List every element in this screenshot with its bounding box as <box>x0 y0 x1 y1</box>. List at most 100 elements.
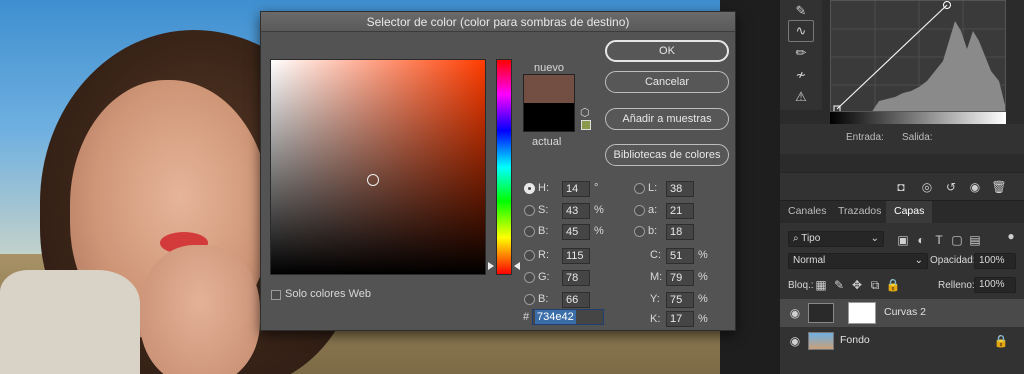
layer-name: Fondo <box>840 334 870 346</box>
m-unit: % <box>698 271 708 283</box>
b-unit: % <box>594 225 604 237</box>
h-label: H: <box>538 182 549 194</box>
tab-canales[interactable]: Canales <box>788 205 827 217</box>
tab-capas[interactable]: Capas <box>886 201 933 223</box>
hue-slider-left-handle[interactable] <box>488 262 494 270</box>
curves-layer-icon <box>808 303 834 323</box>
lock-transparency-icon[interactable]: ▦ <box>812 277 830 293</box>
filter-toggle-icon[interactable]: ● <box>1002 228 1020 244</box>
radio-s[interactable] <box>524 205 535 216</box>
a-label: a: <box>648 204 658 216</box>
opacity-value: 100% <box>979 255 1005 266</box>
web-colors-checkbox[interactable] <box>271 290 281 300</box>
s-unit: % <box>594 204 604 216</box>
l-input[interactable]: 38 <box>666 181 694 197</box>
hue-slider[interactable] <box>496 59 512 275</box>
hex-value: 734e42 <box>535 310 576 324</box>
radio-r[interactable] <box>524 250 535 261</box>
c-unit: % <box>698 249 708 261</box>
hue-slider-right-handle[interactable] <box>514 262 520 270</box>
new-color-label: nuevo <box>534 62 564 74</box>
eyedropper-icon[interactable]: ✎ <box>788 0 814 22</box>
radio-a[interactable] <box>634 205 645 216</box>
g-input[interactable]: 78 <box>562 270 590 286</box>
tab-trazados[interactable]: Trazados <box>838 205 881 217</box>
reset-icon[interactable]: ↺ <box>942 179 960 195</box>
lab-b-label: b: <box>648 225 658 237</box>
chevron-down-icon: ⌄ <box>914 255 923 266</box>
curves-io: Entrada: Salida: <box>780 124 1024 154</box>
radio-b[interactable] <box>524 226 535 237</box>
view-previous-icon[interactable]: ◎ <box>918 179 936 195</box>
radio-l[interactable] <box>634 183 645 194</box>
m-input[interactable]: 79 <box>666 270 694 286</box>
layer-name: Curvas 2 <box>884 306 927 318</box>
c-label: C: <box>650 249 661 261</box>
k-unit: % <box>698 313 708 325</box>
curves-graph[interactable] <box>830 0 1006 112</box>
eye-icon[interactable]: ◉ <box>786 333 804 349</box>
blend-mode-value: Normal <box>793 255 826 266</box>
radio-blue[interactable] <box>524 294 535 305</box>
k-input[interactable]: 17 <box>666 311 694 327</box>
add-to-swatches-button[interactable]: Añadir a muestras <box>605 108 729 130</box>
curves-gradient-bar <box>830 112 1006 124</box>
opacity-input[interactable]: 100% <box>974 253 1016 269</box>
layer-row-curvas[interactable]: ◉ Curvas 2 <box>780 299 1024 327</box>
radio-g[interactable] <box>524 272 535 283</box>
radio-h[interactable] <box>524 183 535 194</box>
c-input[interactable]: 51 <box>666 248 694 264</box>
fill-input[interactable]: 100% <box>974 277 1016 293</box>
lab-b-input[interactable]: 18 <box>666 224 694 240</box>
layer-filter-select[interactable]: ⌕ Tipo ⌄ <box>788 231 884 247</box>
color-libraries-button[interactable]: Bibliotecas de colores <box>605 144 729 166</box>
lock-all-icon[interactable]: 🔒 <box>884 277 902 293</box>
adjustment-toolbar: ◘ ◎ ↺ ◉ 🗑 <box>780 172 1024 200</box>
color-picker-cursor[interactable] <box>367 174 379 186</box>
radio-lab-b[interactable] <box>634 226 645 237</box>
curve-tool-icon[interactable]: ∿ <box>788 20 814 42</box>
a-input[interactable]: 21 <box>666 203 694 219</box>
r-label: R: <box>538 249 549 261</box>
text-filter-icon[interactable]: T <box>930 232 948 248</box>
photo-shirt <box>0 270 140 374</box>
lock-artboard-icon[interactable]: ⧉ <box>866 277 884 293</box>
shape-filter-icon[interactable]: ▢ <box>948 232 966 248</box>
adjust-filter-icon[interactable]: ◐ <box>912 232 930 248</box>
dialog-title[interactable]: Selector de color (color para sombras de… <box>261 12 735 32</box>
current-color-swatch[interactable] <box>523 103 575 132</box>
web-safe-swatch[interactable] <box>581 120 591 130</box>
output-label: Salida: <box>902 132 933 143</box>
smart-filter-icon[interactable]: ▤ <box>966 232 984 248</box>
visibility-icon[interactable]: ◉ <box>966 179 984 195</box>
web-colors-label: Solo colores Web <box>285 288 372 300</box>
cancel-button[interactable]: Cancelar <box>605 71 729 93</box>
r-input[interactable]: 115 <box>562 248 590 264</box>
h-input[interactable]: 14 <box>562 181 590 197</box>
image-filter-icon[interactable]: ▣ <box>894 232 912 248</box>
y-input[interactable]: 75 <box>666 292 694 308</box>
layer-thumbnail <box>808 332 834 350</box>
b-label: B: <box>538 225 549 237</box>
smooth-icon[interactable]: ≁ <box>788 64 814 86</box>
eye-icon[interactable]: ◉ <box>786 305 804 321</box>
hex-input[interactable]: 734e42 <box>532 309 604 325</box>
clipping-warning-icon[interactable]: ⚠ <box>788 86 814 108</box>
lock-position-icon[interactable]: ✥ <box>848 277 866 293</box>
blue-input[interactable]: 66 <box>562 292 590 308</box>
pencil-icon[interactable]: ✏ <box>788 42 814 64</box>
panel-tabs: Canales Trazados Capas <box>780 201 1024 223</box>
color-field[interactable] <box>270 59 486 275</box>
s-label: S: <box>538 204 549 216</box>
lock-pixels-icon[interactable]: ✎ <box>830 277 848 293</box>
clip-to-layer-icon[interactable]: ◘ <box>892 179 910 195</box>
layer-row-fondo[interactable]: ◉ Fondo 🔒 <box>780 327 1024 355</box>
trash-icon[interactable]: 🗑 <box>990 179 1008 195</box>
blend-mode-select[interactable]: Normal ⌄ <box>788 253 928 269</box>
input-label: Entrada: <box>846 132 884 143</box>
gamut-cube-icon[interactable]: ⬡ <box>580 106 590 119</box>
b-input[interactable]: 45 <box>562 224 590 240</box>
new-color-swatch <box>523 74 575 103</box>
ok-button[interactable]: OK <box>605 40 729 62</box>
s-input[interactable]: 43 <box>562 203 590 219</box>
